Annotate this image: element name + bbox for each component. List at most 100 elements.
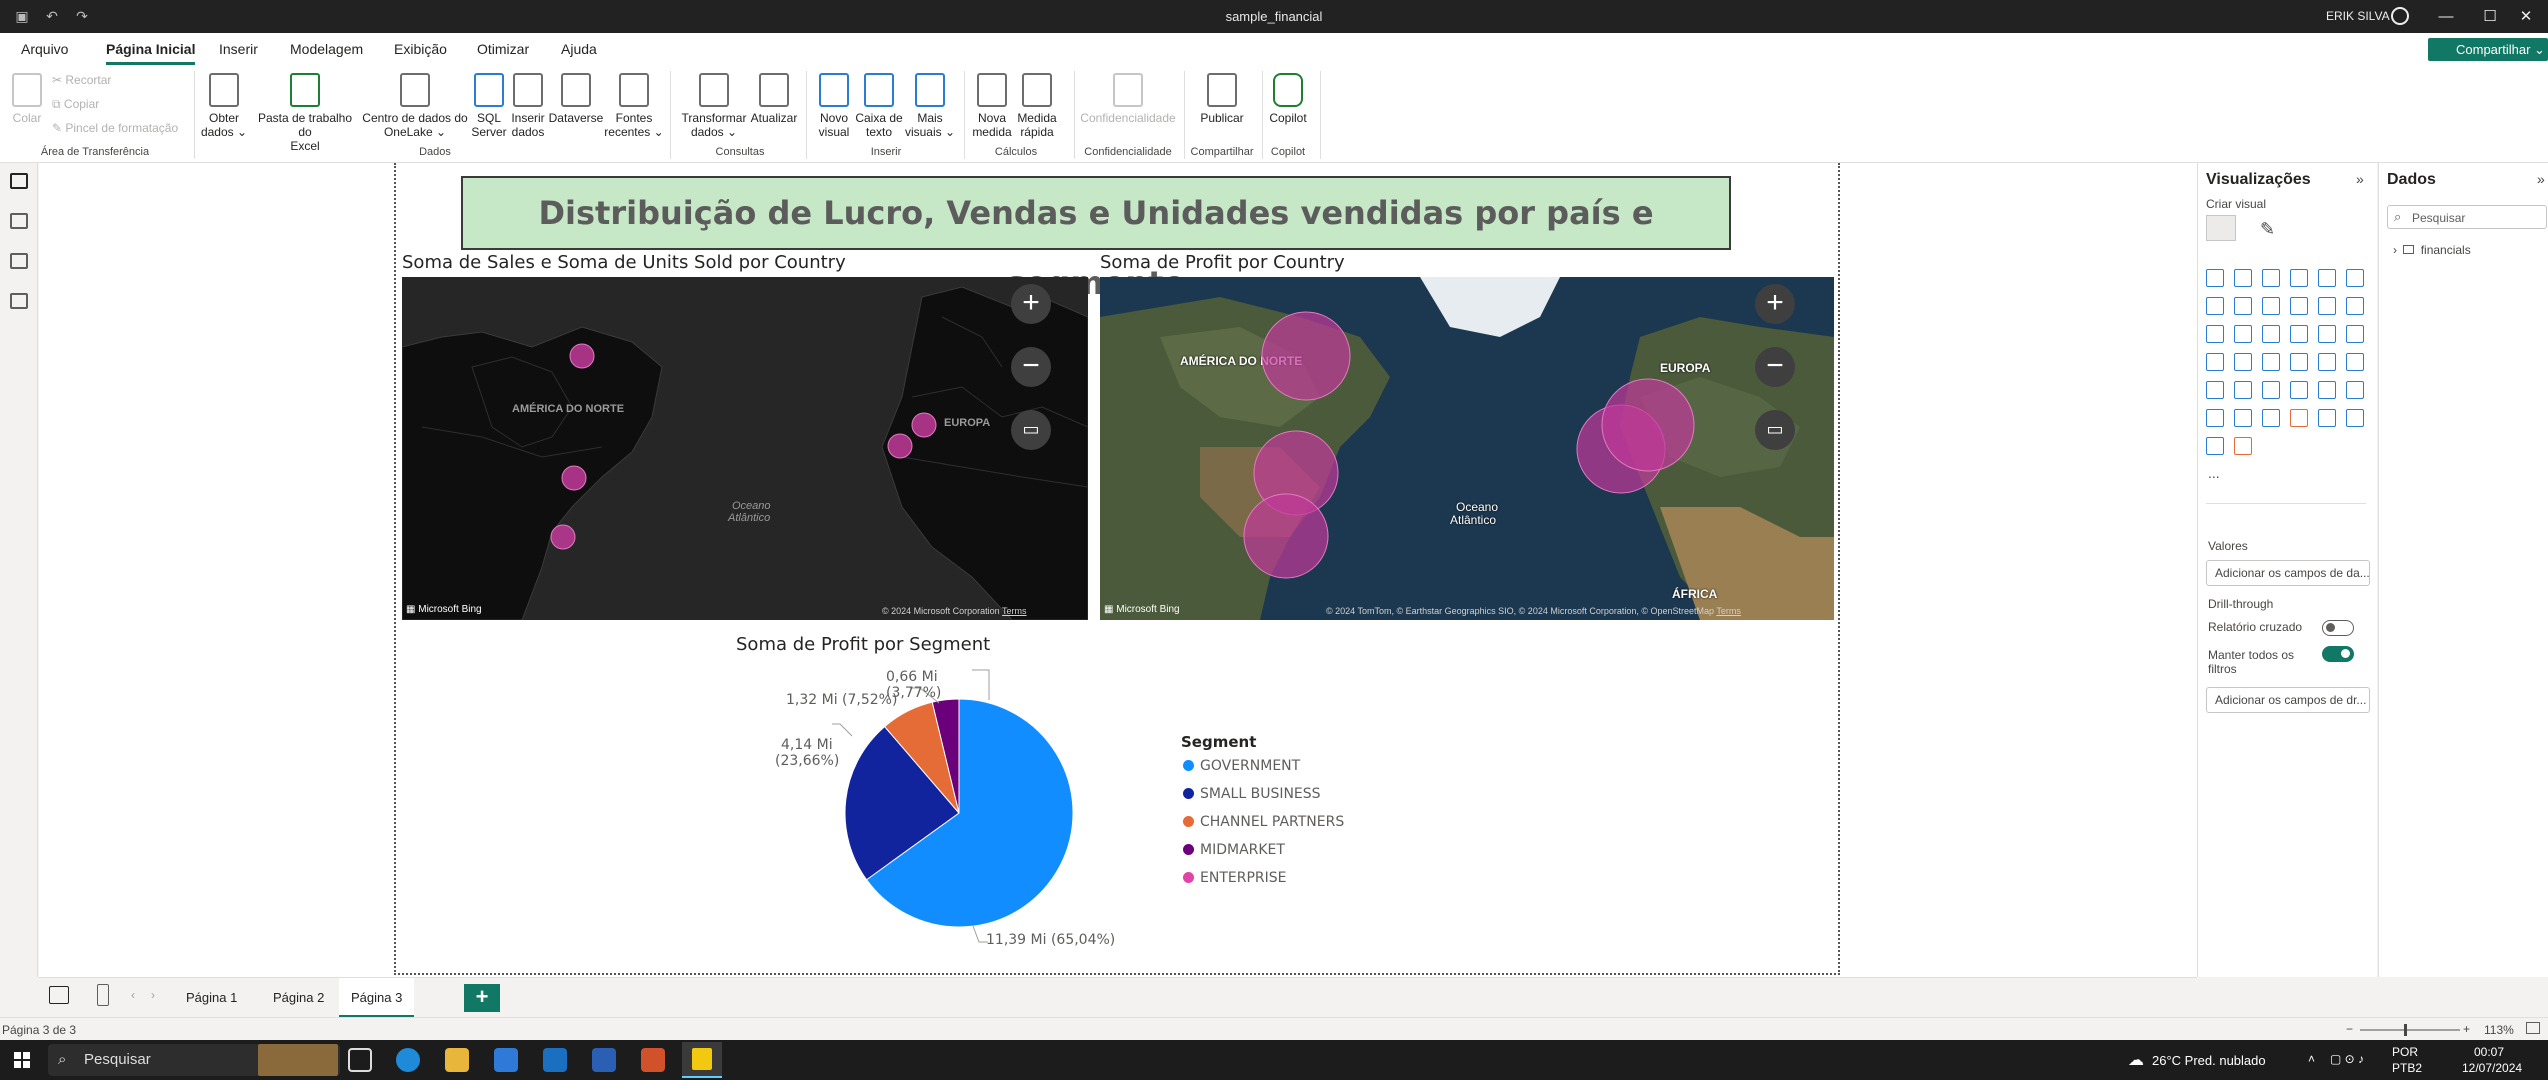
legend-item-enterprise[interactable]: ENTERPRISE (1183, 869, 1344, 887)
visual-type-filled-map-icon[interactable] (2206, 353, 2224, 371)
profit-map[interactable]: AMÉRICA DO NORTE EUROPA ÁFRICA Oceano At… (1100, 277, 1834, 620)
paste-button[interactable]: Colar (10, 73, 44, 125)
table-item-financials[interactable]: › financials (2393, 243, 2471, 257)
prev-page-icon[interactable]: ‹ (131, 988, 135, 1002)
legend-item-midmarket[interactable]: MIDMARKET (1183, 841, 1344, 859)
visual-type-power-automate-icon[interactable] (2206, 437, 2224, 455)
visual-type-clustered-column-icon[interactable] (2290, 269, 2308, 287)
copilot-button[interactable]: Copilot (1262, 73, 1314, 125)
new-visual-button[interactable]: Novo visual (812, 73, 856, 139)
drillthrough-well[interactable]: Adicionar os campos de dr... (2206, 687, 2370, 713)
tab-modeling[interactable]: Modelagem (290, 33, 363, 65)
visual-type-shape-map-icon[interactable] (2234, 353, 2252, 371)
values-well[interactable]: Adicionar os campos de da... (2206, 560, 2370, 586)
page-tab-1[interactable]: Página 1 (174, 978, 249, 1018)
store-icon[interactable] (494, 1048, 518, 1072)
visual-type-qa-icon[interactable] (2262, 409, 2280, 427)
visual-type-decomposition-tree-icon[interactable] (2234, 409, 2252, 427)
refresh-button[interactable]: Atualizar (748, 73, 800, 125)
file-explorer-icon[interactable] (445, 1048, 469, 1072)
share-button[interactable]: Compartilhar ⌄ (2428, 38, 2548, 61)
visual-type-paginated-icon[interactable] (2318, 409, 2336, 427)
visual-type-table-icon[interactable] (2262, 381, 2280, 399)
get-data-button[interactable]: Obter dados ⌄ (196, 73, 252, 139)
onelake-button[interactable]: Centro de dados do OneLake ⌄ (360, 73, 470, 139)
transform-data-button[interactable]: Transformar dados ⌄ (676, 73, 752, 139)
visual-type-100-bar-icon[interactable] (2318, 269, 2336, 287)
visual-type-stacked-area-icon[interactable] (2262, 297, 2280, 315)
visual-type-pie-icon[interactable] (2262, 325, 2280, 343)
publish-button[interactable]: Publicar (1192, 73, 1252, 125)
legend-item-small-business[interactable]: SMALL BUSINESS (1183, 785, 1344, 803)
report-view-icon[interactable] (10, 173, 28, 189)
collapse-data-pane-icon[interactable]: » (2537, 171, 2545, 187)
zoom-out-icon[interactable]: − (1011, 347, 1051, 387)
powerpoint-icon[interactable] (641, 1048, 665, 1072)
tray-overflow-icon[interactable]: ˄ (2308, 1052, 2315, 1066)
zoom-in-icon[interactable]: + (1011, 284, 1051, 324)
copy-button[interactable]: ⧉ Copiar (52, 97, 99, 112)
tab-file[interactable]: Arquivo (21, 33, 68, 65)
visual-type-treemap-icon[interactable] (2318, 325, 2336, 343)
data-search-box[interactable]: ⌕ Pesquisar (2387, 205, 2547, 229)
legend-item-channel-partners[interactable]: CHANNEL PARTNERS (1183, 813, 1344, 831)
more-visuals-button[interactable]: Mais visuais ⌄ (902, 73, 958, 139)
clock-time[interactable]: 00:07 (2474, 1045, 2504, 1059)
sales-units-map[interactable]: AMÉRICA DO NORTE EUROPA Oceano Atlântico… (402, 277, 1088, 620)
format-painter-button[interactable]: ✎ Pincel de formatação (52, 121, 178, 135)
zoom-out-icon[interactable]: − (1755, 347, 1795, 387)
visual-type-gauge-icon[interactable] (2290, 353, 2308, 371)
zoom-in-button[interactable]: + (2463, 1022, 2470, 1036)
word-icon[interactable] (592, 1048, 616, 1072)
collapse-pane-icon[interactable]: » (2356, 171, 2364, 187)
edge-icon[interactable] (396, 1048, 420, 1072)
zoom-in-icon[interactable]: + (1755, 284, 1795, 324)
visual-type-r-visual-icon[interactable] (2318, 381, 2336, 399)
text-box-button[interactable]: Caixa de texto (854, 73, 904, 139)
weather-text[interactable]: 26°C Pred. nublado (2152, 1053, 2266, 1068)
fit-to-page-icon[interactable] (2526, 1022, 2540, 1034)
visual-type-funnel-icon[interactable] (2206, 325, 2224, 343)
visual-type-python-visual-icon[interactable] (2346, 381, 2364, 399)
dax-query-view-icon[interactable] (10, 293, 28, 309)
map-view-icon[interactable]: ▭ (1011, 410, 1051, 450)
tab-home[interactable]: Página Inicial (106, 33, 196, 65)
visual-type-kpi-icon[interactable] (2206, 381, 2224, 399)
visual-type-line-column-icon[interactable] (2290, 297, 2308, 315)
more-visuals-icon[interactable]: ... (2208, 465, 2220, 481)
clock-date[interactable]: 12/07/2024 (2462, 1061, 2522, 1075)
visual-type-card-icon[interactable] (2318, 353, 2336, 371)
tab-optimize[interactable]: Otimizar (477, 33, 529, 65)
next-page-icon[interactable]: › (151, 988, 155, 1002)
visual-type-100-column-icon[interactable] (2346, 269, 2364, 287)
task-view-icon[interactable] (348, 1048, 372, 1072)
zoom-slider-thumb[interactable] (2404, 1024, 2407, 1036)
visual-type-stacked-bar-icon[interactable] (2206, 269, 2224, 287)
close-icon[interactable]: ✕ (2504, 0, 2548, 33)
visual-type-power-apps-icon[interactable] (2346, 409, 2364, 427)
tab-insert[interactable]: Inserir (219, 33, 258, 65)
recent-sources-button[interactable]: Fontes recentes ⌄ (604, 73, 664, 139)
map2-terms-link[interactable]: Terms (1716, 606, 1741, 616)
powerbi-taskbar-item[interactable] (682, 1042, 722, 1078)
format-visual-icon[interactable]: ✎ (2260, 219, 2275, 240)
undo-icon[interactable]: ↶ (43, 7, 61, 25)
new-measure-button[interactable]: Nova medida (970, 73, 1014, 139)
visual-type-waterfall-icon[interactable] (2346, 297, 2364, 315)
visual-type-matrix-icon[interactable] (2290, 381, 2308, 399)
visual-type-scatter-icon[interactable] (2234, 325, 2252, 343)
visual-type-stacked-column-icon[interactable] (2234, 269, 2252, 287)
visual-type-goals-icon[interactable] (2234, 437, 2252, 455)
mobile-layout-icon[interactable] (97, 984, 109, 1006)
redo-icon[interactable]: ↷ (73, 7, 91, 25)
visual-type-multirow-card-icon[interactable] (2346, 353, 2364, 371)
zoom-out-button[interactable]: − (2346, 1022, 2353, 1036)
visual-type-clustered-bar-icon[interactable] (2262, 269, 2280, 287)
add-page-button[interactable]: + (464, 984, 500, 1012)
map-view-icon[interactable]: ▭ (1755, 410, 1795, 450)
visual-type-key-influencers-icon[interactable] (2206, 409, 2224, 427)
save-icon[interactable]: ▣ (13, 7, 31, 25)
avatar[interactable] (2391, 7, 2409, 25)
visual-type-ribbon-icon[interactable] (2318, 297, 2336, 315)
build-visual-tab[interactable] (2206, 215, 2236, 241)
